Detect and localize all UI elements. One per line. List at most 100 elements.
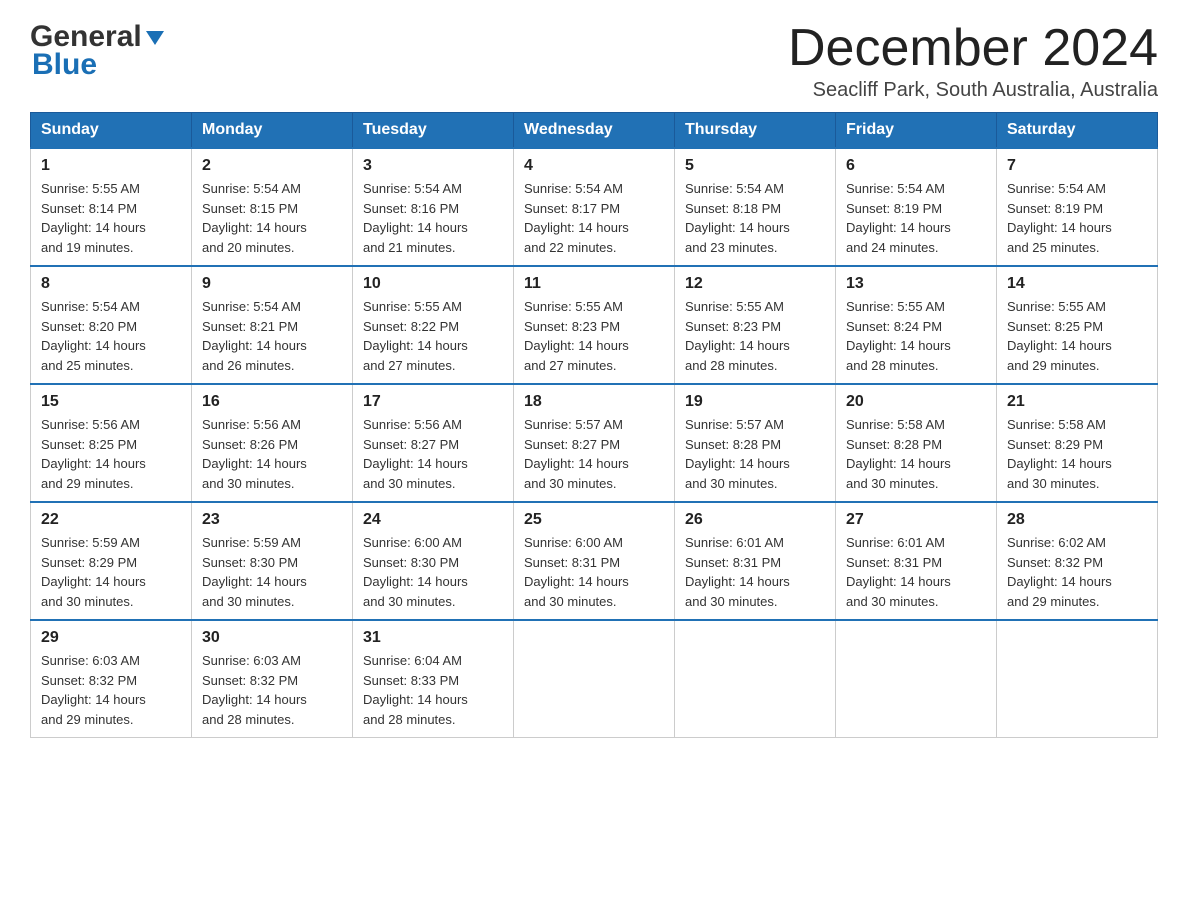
calendar-week-row: 15 Sunrise: 5:56 AM Sunset: 8:25 PM Dayl… [31, 384, 1158, 502]
day-info: Sunrise: 5:57 AM Sunset: 8:28 PM Dayligh… [685, 415, 825, 493]
calendar-week-row: 22 Sunrise: 5:59 AM Sunset: 8:29 PM Dayl… [31, 502, 1158, 620]
col-friday: Friday [836, 113, 997, 149]
day-number: 2 [202, 157, 342, 175]
table-row: 28 Sunrise: 6:02 AM Sunset: 8:32 PM Dayl… [997, 502, 1158, 620]
logo-blue-text: Blue [32, 48, 97, 82]
day-number: 17 [363, 393, 503, 411]
table-row: 19 Sunrise: 5:57 AM Sunset: 8:28 PM Dayl… [675, 384, 836, 502]
day-info: Sunrise: 5:58 AM Sunset: 8:28 PM Dayligh… [846, 415, 986, 493]
calendar-table: Sunday Monday Tuesday Wednesday Thursday… [30, 112, 1158, 738]
day-info: Sunrise: 5:54 AM Sunset: 8:18 PM Dayligh… [685, 179, 825, 257]
table-row: 21 Sunrise: 5:58 AM Sunset: 8:29 PM Dayl… [997, 384, 1158, 502]
day-info: Sunrise: 5:55 AM Sunset: 8:23 PM Dayligh… [524, 297, 664, 375]
table-row: 13 Sunrise: 5:55 AM Sunset: 8:24 PM Dayl… [836, 266, 997, 384]
day-number: 7 [1007, 157, 1147, 175]
day-number: 14 [1007, 275, 1147, 293]
table-row: 7 Sunrise: 5:54 AM Sunset: 8:19 PM Dayli… [997, 148, 1158, 266]
day-number: 26 [685, 511, 825, 529]
col-wednesday: Wednesday [514, 113, 675, 149]
day-number: 30 [202, 629, 342, 647]
day-info: Sunrise: 5:54 AM Sunset: 8:17 PM Dayligh… [524, 179, 664, 257]
day-number: 20 [846, 393, 986, 411]
day-number: 11 [524, 275, 664, 293]
day-info: Sunrise: 6:00 AM Sunset: 8:31 PM Dayligh… [524, 533, 664, 611]
day-number: 13 [846, 275, 986, 293]
table-row: 25 Sunrise: 6:00 AM Sunset: 8:31 PM Dayl… [514, 502, 675, 620]
day-number: 23 [202, 511, 342, 529]
calendar-week-row: 29 Sunrise: 6:03 AM Sunset: 8:32 PM Dayl… [31, 620, 1158, 738]
day-number: 9 [202, 275, 342, 293]
table-row: 9 Sunrise: 5:54 AM Sunset: 8:21 PM Dayli… [192, 266, 353, 384]
month-title: December 2024 [788, 20, 1158, 77]
day-number: 25 [524, 511, 664, 529]
day-info: Sunrise: 5:59 AM Sunset: 8:29 PM Dayligh… [41, 533, 181, 611]
table-row: 15 Sunrise: 5:56 AM Sunset: 8:25 PM Dayl… [31, 384, 192, 502]
day-info: Sunrise: 5:55 AM Sunset: 8:25 PM Dayligh… [1007, 297, 1147, 375]
day-number: 8 [41, 275, 181, 293]
day-number: 4 [524, 157, 664, 175]
page-header: General Blue December 2024 Seacliff Park… [30, 20, 1158, 102]
table-row: 10 Sunrise: 5:55 AM Sunset: 8:22 PM Dayl… [353, 266, 514, 384]
table-row: 27 Sunrise: 6:01 AM Sunset: 8:31 PM Dayl… [836, 502, 997, 620]
table-row: 31 Sunrise: 6:04 AM Sunset: 8:33 PM Dayl… [353, 620, 514, 738]
logo-arrow-icon [144, 27, 166, 49]
logo: General Blue [30, 20, 166, 82]
table-row: 1 Sunrise: 5:55 AM Sunset: 8:14 PM Dayli… [31, 148, 192, 266]
table-row: 18 Sunrise: 5:57 AM Sunset: 8:27 PM Dayl… [514, 384, 675, 502]
table-row: 30 Sunrise: 6:03 AM Sunset: 8:32 PM Dayl… [192, 620, 353, 738]
day-number: 18 [524, 393, 664, 411]
col-monday: Monday [192, 113, 353, 149]
col-sunday: Sunday [31, 113, 192, 149]
day-info: Sunrise: 6:00 AM Sunset: 8:30 PM Dayligh… [363, 533, 503, 611]
day-info: Sunrise: 5:55 AM Sunset: 8:23 PM Dayligh… [685, 297, 825, 375]
day-info: Sunrise: 5:55 AM Sunset: 8:24 PM Dayligh… [846, 297, 986, 375]
day-number: 15 [41, 393, 181, 411]
day-number: 10 [363, 275, 503, 293]
table-row: 4 Sunrise: 5:54 AM Sunset: 8:17 PM Dayli… [514, 148, 675, 266]
calendar-week-row: 8 Sunrise: 5:54 AM Sunset: 8:20 PM Dayli… [31, 266, 1158, 384]
day-info: Sunrise: 5:56 AM Sunset: 8:25 PM Dayligh… [41, 415, 181, 493]
day-info: Sunrise: 5:56 AM Sunset: 8:27 PM Dayligh… [363, 415, 503, 493]
table-row: 11 Sunrise: 5:55 AM Sunset: 8:23 PM Dayl… [514, 266, 675, 384]
table-row: 14 Sunrise: 5:55 AM Sunset: 8:25 PM Dayl… [997, 266, 1158, 384]
day-number: 19 [685, 393, 825, 411]
day-info: Sunrise: 5:59 AM Sunset: 8:30 PM Dayligh… [202, 533, 342, 611]
day-info: Sunrise: 6:01 AM Sunset: 8:31 PM Dayligh… [685, 533, 825, 611]
table-row: 2 Sunrise: 5:54 AM Sunset: 8:15 PM Dayli… [192, 148, 353, 266]
day-number: 31 [363, 629, 503, 647]
day-info: Sunrise: 5:55 AM Sunset: 8:14 PM Dayligh… [41, 179, 181, 257]
table-row: 24 Sunrise: 6:00 AM Sunset: 8:30 PM Dayl… [353, 502, 514, 620]
day-info: Sunrise: 6:01 AM Sunset: 8:31 PM Dayligh… [846, 533, 986, 611]
day-number: 6 [846, 157, 986, 175]
table-row [836, 620, 997, 738]
day-number: 3 [363, 157, 503, 175]
day-number: 28 [1007, 511, 1147, 529]
col-saturday: Saturday [997, 113, 1158, 149]
location-subtitle: Seacliff Park, South Australia, Australi… [788, 79, 1158, 102]
day-number: 5 [685, 157, 825, 175]
table-row [514, 620, 675, 738]
day-info: Sunrise: 5:58 AM Sunset: 8:29 PM Dayligh… [1007, 415, 1147, 493]
day-info: Sunrise: 5:54 AM Sunset: 8:21 PM Dayligh… [202, 297, 342, 375]
table-row [997, 620, 1158, 738]
col-thursday: Thursday [675, 113, 836, 149]
calendar-week-row: 1 Sunrise: 5:55 AM Sunset: 8:14 PM Dayli… [31, 148, 1158, 266]
day-info: Sunrise: 5:54 AM Sunset: 8:15 PM Dayligh… [202, 179, 342, 257]
day-number: 21 [1007, 393, 1147, 411]
day-number: 22 [41, 511, 181, 529]
day-number: 1 [41, 157, 181, 175]
table-row [675, 620, 836, 738]
day-number: 24 [363, 511, 503, 529]
day-info: Sunrise: 6:03 AM Sunset: 8:32 PM Dayligh… [202, 651, 342, 729]
day-number: 27 [846, 511, 986, 529]
day-info: Sunrise: 5:54 AM Sunset: 8:19 PM Dayligh… [846, 179, 986, 257]
table-row: 5 Sunrise: 5:54 AM Sunset: 8:18 PM Dayli… [675, 148, 836, 266]
table-row: 20 Sunrise: 5:58 AM Sunset: 8:28 PM Dayl… [836, 384, 997, 502]
table-row: 26 Sunrise: 6:01 AM Sunset: 8:31 PM Dayl… [675, 502, 836, 620]
table-row: 17 Sunrise: 5:56 AM Sunset: 8:27 PM Dayl… [353, 384, 514, 502]
day-info: Sunrise: 5:54 AM Sunset: 8:19 PM Dayligh… [1007, 179, 1147, 257]
day-info: Sunrise: 5:56 AM Sunset: 8:26 PM Dayligh… [202, 415, 342, 493]
table-row: 16 Sunrise: 5:56 AM Sunset: 8:26 PM Dayl… [192, 384, 353, 502]
calendar-header-row: Sunday Monday Tuesday Wednesday Thursday… [31, 113, 1158, 149]
table-row: 22 Sunrise: 5:59 AM Sunset: 8:29 PM Dayl… [31, 502, 192, 620]
